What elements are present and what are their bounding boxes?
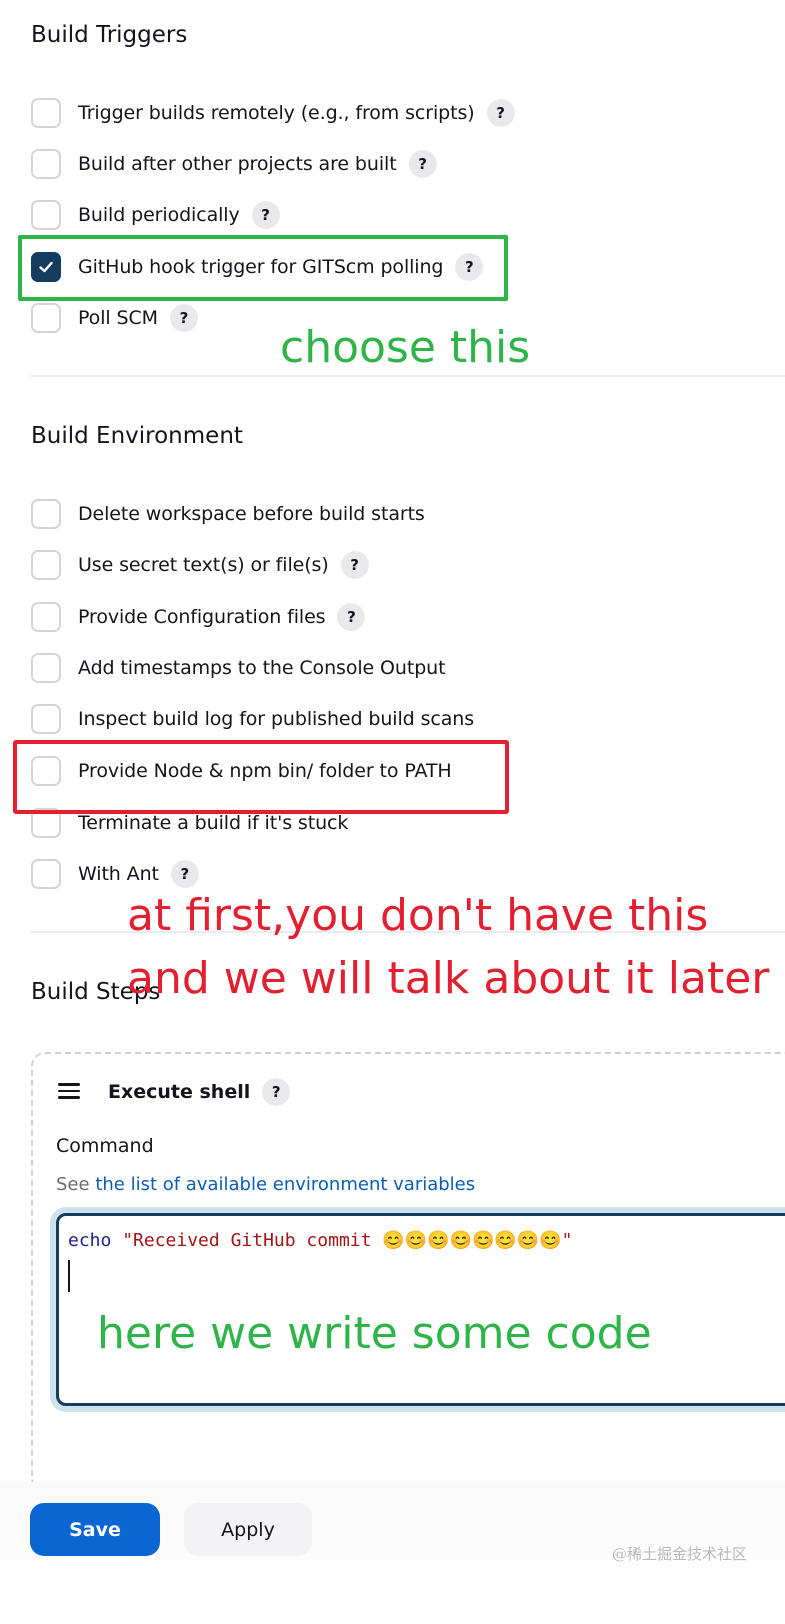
annotation-talk-later: and we will talk about it later [127, 953, 770, 1004]
checkbox[interactable] [31, 303, 61, 333]
option-label: Poll SCM [78, 307, 158, 329]
apply-button[interactable]: Apply [184, 1503, 312, 1556]
option-add-timestamps[interactable]: Add timestamps to the Console Output [31, 651, 446, 685]
build-environment-title: Build Environment [31, 423, 243, 449]
annotation-write-code: here we write some code [97, 1308, 652, 1359]
see-prefix: See [56, 1174, 90, 1195]
help-icon[interactable]: ? [408, 150, 437, 178]
option-label: Provide Configuration files [78, 606, 326, 628]
option-label: Use secret text(s) or file(s) [78, 554, 329, 576]
option-label: Build periodically [78, 204, 240, 226]
checkbox[interactable] [31, 200, 61, 230]
help-icon[interactable]: ? [170, 860, 199, 888]
help-icon[interactable]: ? [486, 99, 515, 127]
help-icon[interactable]: ? [251, 201, 280, 229]
option-delete-workspace[interactable]: Delete workspace before build starts [31, 497, 425, 531]
help-icon[interactable]: ? [340, 551, 369, 579]
option-build-periodically[interactable]: Build periodically ? [31, 198, 280, 232]
annotation-choose-this: choose this [280, 322, 531, 373]
checkbox[interactable] [31, 550, 61, 580]
option-inspect-build-log[interactable]: Inspect build log for published build sc… [31, 702, 474, 736]
help-icon[interactable]: ? [262, 1078, 291, 1106]
option-label: With Ant [78, 863, 159, 885]
checkbox[interactable] [31, 602, 61, 632]
help-icon[interactable]: ? [337, 603, 366, 631]
option-label: Build after other projects are built [78, 153, 397, 175]
option-provide-config-files[interactable]: Provide Configuration files ? [31, 600, 366, 634]
checkbox[interactable] [31, 98, 61, 128]
checkbox[interactable] [31, 859, 61, 889]
option-label: Inspect build log for published build sc… [78, 708, 474, 730]
checkbox[interactable] [31, 149, 61, 179]
highlight-box-red [13, 740, 509, 814]
build-triggers-title: Build Triggers [31, 22, 188, 48]
step-title: Execute shell [108, 1081, 251, 1103]
step-header: Execute shell ? [108, 1075, 291, 1109]
option-label: Add timestamps to the Console Output [78, 657, 446, 679]
checkbox[interactable] [31, 704, 61, 734]
option-poll-scm[interactable]: Poll SCM ? [31, 301, 198, 335]
option-with-ant[interactable]: With Ant ? [31, 857, 199, 891]
option-trigger-remotely[interactable]: Trigger builds remotely (e.g., from scri… [31, 96, 515, 130]
command-textarea[interactable]: echo "Received GitHub commit 😊😊😊😊😊😊😊😊" h… [56, 1213, 785, 1406]
save-button[interactable]: Save [30, 1503, 160, 1556]
code-keyword: echo [68, 1230, 112, 1251]
watermark: @稀土掘金技术社区 [612, 1545, 748, 1563]
code-string: "Received GitHub commit 😊😊😊😊😊😊😊😊" [122, 1230, 573, 1251]
text-cursor [68, 1260, 70, 1292]
checkbox[interactable] [31, 499, 61, 529]
env-vars-hint: See the list of available environment va… [56, 1174, 475, 1195]
drag-handle-icon[interactable] [58, 1083, 80, 1099]
checkbox[interactable] [31, 653, 61, 683]
help-icon[interactable]: ? [169, 304, 198, 332]
option-label: Terminate a build if it's stuck [78, 812, 349, 834]
code-line: echo "Received GitHub commit 😊😊😊😊😊😊😊😊" [68, 1230, 572, 1251]
option-label: Trigger builds remotely (e.g., from scri… [78, 102, 475, 124]
annotation-at-first: at first,you don't have this [127, 890, 709, 941]
option-build-after-other-projects[interactable]: Build after other projects are built ? [31, 147, 437, 181]
option-label: Delete workspace before build starts [78, 503, 425, 525]
command-label: Command [56, 1135, 154, 1157]
section-divider [31, 375, 785, 377]
highlight-box-green [18, 235, 508, 301]
option-use-secret-text[interactable]: Use secret text(s) or file(s) ? [31, 548, 369, 582]
env-vars-link[interactable]: the list of available environment variab… [95, 1174, 475, 1195]
